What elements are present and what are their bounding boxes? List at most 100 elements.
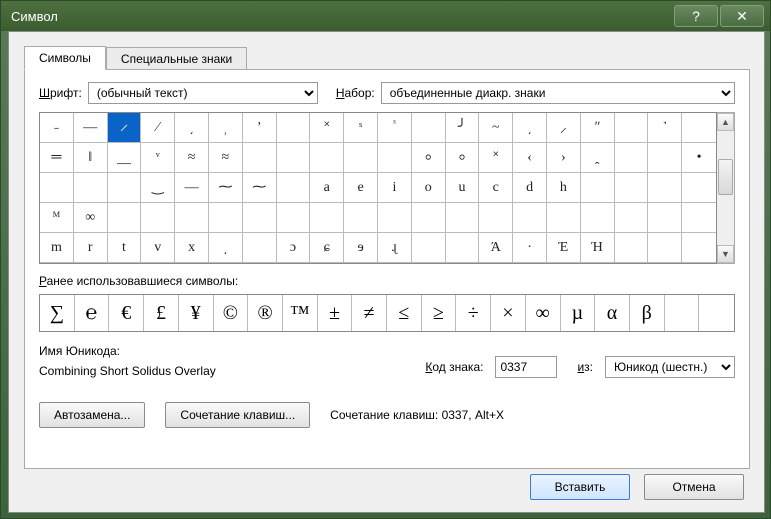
autocorrect-button[interactable]: Автозамена... <box>39 402 145 428</box>
recent-cell[interactable]: © <box>214 295 249 331</box>
char-cell[interactable] <box>141 203 175 233</box>
recent-cell[interactable]: β <box>630 295 665 331</box>
char-cell[interactable]: ⸝ <box>547 113 581 143</box>
char-cell[interactable]: r <box>74 233 108 263</box>
char-cell[interactable] <box>108 173 142 203</box>
recent-cell[interactable]: ÷ <box>456 295 491 331</box>
recent-cell[interactable]: × <box>491 295 526 331</box>
tab-special[interactable]: Специальные знаки <box>106 47 247 71</box>
char-cell[interactable]: Έ <box>547 233 581 263</box>
char-cell[interactable]: d <box>513 173 547 203</box>
char-cell[interactable] <box>412 203 446 233</box>
char-cell[interactable] <box>581 173 615 203</box>
from-select[interactable]: Юникод (шестн.) <box>605 356 735 378</box>
char-cell[interactable] <box>412 233 446 263</box>
recent-cell[interactable]: ± <box>318 295 353 331</box>
char-cell[interactable]: ɘ <box>344 233 378 263</box>
char-cell[interactable] <box>581 203 615 233</box>
char-cell[interactable]: ∞ <box>74 203 108 233</box>
char-cell[interactable] <box>513 203 547 233</box>
char-cell[interactable] <box>615 203 649 233</box>
char-cell[interactable]: v <box>141 233 175 263</box>
recent-cell[interactable]: α <box>595 295 630 331</box>
help-button[interactable]: ? <box>674 5 718 27</box>
char-cell[interactable] <box>243 143 277 173</box>
char-cell[interactable]: ɔ <box>277 233 311 263</box>
insert-button[interactable]: Вставить <box>530 474 630 500</box>
char-cell[interactable] <box>648 233 682 263</box>
recent-cell[interactable]: £ <box>144 295 179 331</box>
recent-cell[interactable] <box>665 295 700 331</box>
char-cell[interactable] <box>412 113 446 143</box>
recent-cell[interactable]: ® <box>248 295 283 331</box>
char-cell[interactable] <box>277 143 311 173</box>
char-cell[interactable]: Ή <box>581 233 615 263</box>
char-cell[interactable]: ⸰ <box>446 143 480 173</box>
char-cell[interactable]: a <box>310 173 344 203</box>
char-cell[interactable]: o <box>412 173 446 203</box>
recent-cell[interactable]: ∞ <box>526 295 561 331</box>
character-grid[interactable]: ˗—̷∕͵⸒ʼ˟ˢᷤ╯~͵⸝ʺ˺═‖⸏ͮ≈≈⸰⸰˟‹›ꞈ•‿—⁓⁓aeioucd… <box>39 112 717 264</box>
char-cell[interactable]: ‖ <box>74 143 108 173</box>
char-cell[interactable] <box>175 203 209 233</box>
char-cell[interactable] <box>108 203 142 233</box>
char-cell[interactable]: — <box>175 173 209 203</box>
char-cell[interactable]: ˗ <box>40 113 74 143</box>
char-cell[interactable] <box>615 143 649 173</box>
close-button[interactable]: ✕ <box>720 5 764 27</box>
char-cell[interactable] <box>547 203 581 233</box>
char-cell[interactable]: · <box>513 233 547 263</box>
char-cell[interactable]: Ά <box>479 233 513 263</box>
recent-cell[interactable] <box>699 295 734 331</box>
char-cell[interactable] <box>243 233 277 263</box>
char-cell[interactable]: ⁓ <box>209 173 243 203</box>
char-cell[interactable]: ˟ <box>310 113 344 143</box>
scroll-down-icon[interactable]: ▼ <box>717 245 734 263</box>
recent-cell[interactable]: ∑ <box>40 295 75 331</box>
char-cell[interactable]: ͵ <box>175 113 209 143</box>
char-cell[interactable] <box>446 203 480 233</box>
char-cell[interactable]: ͵ <box>513 113 547 143</box>
char-cell[interactable] <box>682 113 716 143</box>
char-cell[interactable]: ̷ <box>108 113 142 143</box>
char-cell[interactable]: ⁓ <box>243 173 277 203</box>
char-cell[interactable]: ≈ <box>209 143 243 173</box>
recent-cell[interactable]: ℮ <box>75 295 110 331</box>
char-cell[interactable] <box>682 203 716 233</box>
char-cell[interactable] <box>682 173 716 203</box>
char-cell[interactable] <box>648 203 682 233</box>
char-cell[interactable]: t <box>108 233 142 263</box>
char-cell[interactable] <box>209 203 243 233</box>
recent-cell[interactable]: ≠ <box>352 295 387 331</box>
char-cell[interactable]: i <box>378 173 412 203</box>
char-cell[interactable] <box>277 113 311 143</box>
char-cell[interactable] <box>682 233 716 263</box>
char-cell[interactable]: ɕ <box>310 233 344 263</box>
char-cell[interactable]: m <box>40 233 74 263</box>
char-cell[interactable]: ˺ <box>648 113 682 143</box>
scroll-track[interactable] <box>717 131 734 245</box>
recent-cell[interactable]: ™ <box>283 295 318 331</box>
char-cell[interactable] <box>648 143 682 173</box>
char-cell[interactable] <box>40 173 74 203</box>
char-cell[interactable]: ≈ <box>175 143 209 173</box>
char-cell[interactable]: ⸏ <box>108 143 142 173</box>
recent-cell[interactable]: ¥ <box>179 295 214 331</box>
char-cell[interactable]: ~ <box>479 113 513 143</box>
char-cell[interactable]: c <box>479 173 513 203</box>
char-cell[interactable] <box>446 233 480 263</box>
char-cell[interactable]: ˢ <box>344 113 378 143</box>
char-cell[interactable]: ⸒ <box>209 113 243 143</box>
subset-select[interactable]: объединенные диакр. знаки <box>381 82 735 104</box>
char-cell[interactable] <box>615 173 649 203</box>
recent-grid[interactable]: ∑℮€£¥©®™±≠≤≥÷×∞µαβ <box>39 294 735 332</box>
char-cell[interactable] <box>615 113 649 143</box>
char-cell[interactable] <box>310 143 344 173</box>
char-cell[interactable]: ‹ <box>513 143 547 173</box>
char-cell[interactable]: ͮ <box>141 143 175 173</box>
char-cell[interactable]: ═ <box>40 143 74 173</box>
char-cell[interactable] <box>277 173 311 203</box>
char-cell[interactable] <box>74 173 108 203</box>
cancel-button[interactable]: Отмена <box>644 474 744 500</box>
char-cell[interactable]: ‿ <box>141 173 175 203</box>
